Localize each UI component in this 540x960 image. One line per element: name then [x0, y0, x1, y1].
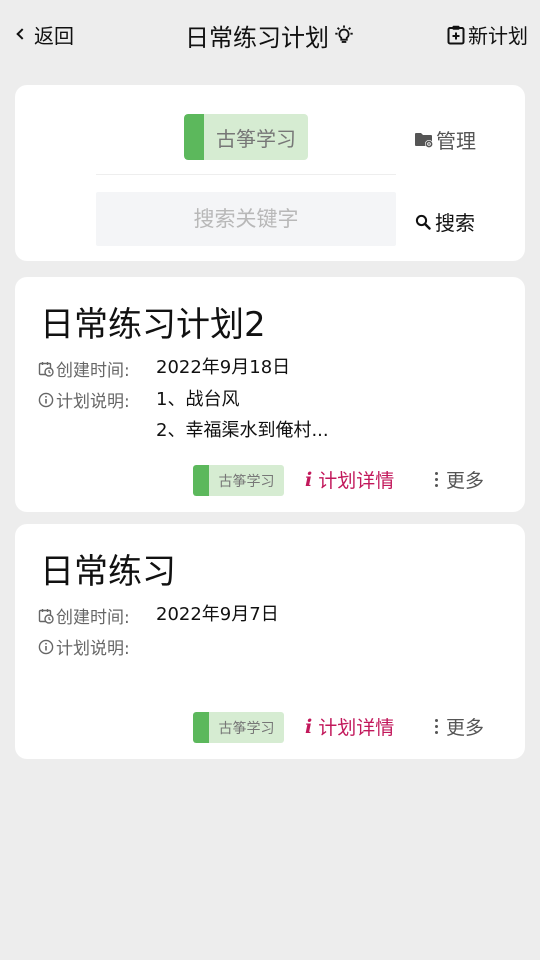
tag-color-bar [184, 114, 204, 160]
italic-i-icon: i [305, 468, 313, 491]
manage-label: 管理 [436, 129, 476, 153]
description-line: 1、战台风 [156, 389, 240, 410]
tag-color-bar [193, 712, 209, 743]
divider [96, 174, 396, 175]
page-title-text: 日常练习计划 [185, 24, 329, 52]
created-label-text: 创建时间: [56, 361, 130, 381]
calendar-clock-icon [38, 608, 54, 624]
created-label-text: 创建时间: [56, 608, 130, 628]
plan-card[interactable]: 日常练习 创建时间: 2022年9月7日 计划说明: 古筝学习 i 计划详情 更… [15, 524, 525, 759]
info-circle-icon [38, 392, 54, 408]
italic-i-icon: i [305, 715, 313, 738]
description-line: 2、幸福渠水到俺村... [156, 420, 329, 441]
plan-card[interactable]: 日常练习计划2 创建时间: 2022年9月18日 计划说明: 1、战台风 2、幸… [15, 277, 525, 512]
plan-tag: 古筝学习 [193, 465, 284, 496]
plan-details-button[interactable]: i 计划详情 [305, 713, 394, 740]
filter-card: 古筝学习 管理 搜索 [15, 85, 525, 261]
search-button[interactable]: 搜索 [415, 207, 475, 236]
plan-title: 日常练习 [40, 552, 176, 592]
vertical-dots-icon [435, 719, 438, 734]
description-value: 1、战台风 2、幸福渠水到俺村... [156, 384, 329, 446]
more-label: 更多 [446, 717, 485, 739]
plan-details-label: 计划详情 [318, 470, 395, 492]
new-plan-label: 新计划 [468, 24, 528, 48]
plan-tag: 古筝学习 [193, 712, 284, 743]
more-button[interactable]: 更多 [435, 713, 484, 740]
vertical-dots-icon [435, 472, 438, 487]
description-label-text: 计划说明: [56, 639, 130, 659]
description-label: 计划说明: [38, 387, 130, 412]
tag-filter-label: 古筝学习 [216, 126, 296, 151]
app-header: 返回 日常练习计划 新计划 [0, 0, 540, 68]
new-plan-button[interactable]: 新计划 [447, 20, 528, 49]
more-button[interactable]: 更多 [435, 466, 484, 493]
folder-gear-icon [414, 131, 434, 149]
plan-tag-label: 古筝学习 [218, 473, 275, 490]
search-input[interactable] [96, 192, 396, 246]
description-label-text: 计划说明: [56, 392, 130, 412]
lightbulb-icon [333, 24, 355, 47]
manage-button[interactable]: 管理 [414, 125, 476, 154]
more-label: 更多 [446, 470, 485, 492]
created-value: 2022年9月7日 [156, 604, 279, 625]
search-button-label: 搜索 [435, 211, 475, 235]
plan-tag-label: 古筝学习 [218, 720, 275, 737]
tag-filter-chip[interactable]: 古筝学习 [184, 114, 308, 160]
description-label: 计划说明: [38, 634, 130, 659]
created-label: 创建时间: [38, 356, 130, 381]
plan-details-label: 计划详情 [318, 717, 395, 739]
plan-title: 日常练习计划2 [40, 305, 266, 345]
calendar-clock-icon [38, 361, 54, 377]
info-circle-icon [38, 639, 54, 655]
tag-color-bar [193, 465, 209, 496]
search-icon [415, 214, 431, 230]
created-label: 创建时间: [38, 603, 130, 628]
plan-details-button[interactable]: i 计划详情 [305, 466, 394, 493]
clipboard-plus-icon [447, 25, 465, 45]
created-value: 2022年9月18日 [156, 357, 291, 378]
